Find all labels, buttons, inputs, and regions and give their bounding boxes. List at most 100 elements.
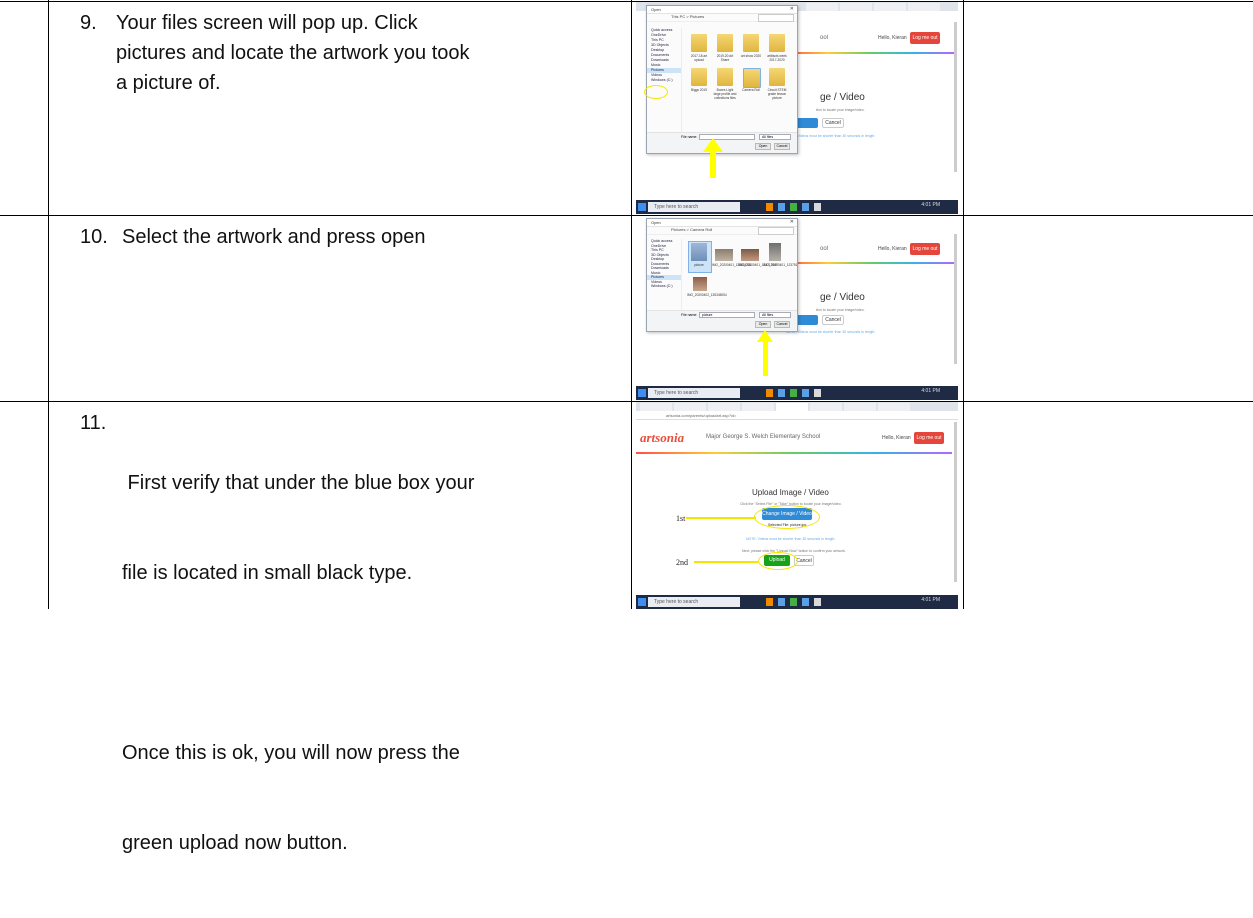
step-line: pictures and locate the artwork you took xyxy=(116,42,470,64)
folder-label: Biggs 2019 xyxy=(691,88,707,92)
step-line: green upload now button. xyxy=(122,832,348,854)
page-scrollbar[interactable] xyxy=(954,22,957,172)
file-type-select[interactable]: All files xyxy=(759,312,791,318)
file-thumbnail[interactable] xyxy=(715,249,733,261)
browser-tab[interactable] xyxy=(810,403,842,411)
folder-icon[interactable] xyxy=(691,34,707,52)
screenshot-upload-page: artsonia.com/parents/uploadart.asp?id= a… xyxy=(636,402,958,609)
close-icon[interactable]: ✕ xyxy=(790,219,794,225)
taskbar-app-icon[interactable] xyxy=(790,598,797,606)
taskbar-app-icon[interactable] xyxy=(814,203,821,211)
step-number: 11. xyxy=(80,412,107,434)
taskbar-app-icon[interactable] xyxy=(790,389,797,397)
taskbar-search[interactable]: Type here to search xyxy=(648,597,740,607)
open-button[interactable]: Open xyxy=(755,143,771,150)
taskbar-app-icon[interactable] xyxy=(766,389,773,397)
rainbow-divider xyxy=(636,452,952,454)
logout-button[interactable]: Log me out xyxy=(910,243,940,255)
folder-label: 2019-20 Art Share xyxy=(716,54,734,62)
dialog-search-box[interactable] xyxy=(758,227,794,235)
browser-tab[interactable] xyxy=(874,3,906,11)
open-file-dialog: Open ✕ Pictures > Camera Roll Quick acce… xyxy=(646,218,798,332)
taskbar-app-icon[interactable] xyxy=(802,203,809,211)
taskbar-app-icon[interactable] xyxy=(802,389,809,397)
open-button[interactable]: Open xyxy=(755,321,771,328)
change-button-highlight xyxy=(754,505,820,529)
browser-tab[interactable] xyxy=(742,403,774,411)
dialog-cancel-button[interactable]: Cancel xyxy=(774,321,790,328)
file-thumbnail[interactable] xyxy=(769,243,781,261)
yellow-arrow-head xyxy=(757,330,773,342)
dialog-cancel-button[interactable]: Cancel xyxy=(774,143,790,150)
screenshot-select-artwork: Hello, Kieran Log me out ool ge / Video … xyxy=(636,216,958,400)
cancel-button[interactable]: Cancel xyxy=(822,118,844,128)
browser-tab[interactable] xyxy=(844,403,876,411)
browser-tab[interactable] xyxy=(878,403,910,411)
folder-icon[interactable] xyxy=(769,68,785,86)
file-label: picture xyxy=(694,263,704,267)
taskbar-app-icon[interactable] xyxy=(814,598,821,606)
file-thumbnail[interactable] xyxy=(691,243,707,261)
school-title-partial: ool xyxy=(820,35,829,41)
step-number: 9. xyxy=(80,12,97,34)
browser-tab[interactable] xyxy=(908,3,940,11)
page-scrollbar[interactable] xyxy=(954,422,957,582)
windows-start-icon[interactable] xyxy=(638,389,646,397)
table-left-border xyxy=(48,0,49,609)
taskbar-search[interactable]: Type here to search xyxy=(648,202,740,212)
folder-label: Boxes Light large profile and collection… xyxy=(713,88,737,100)
address-bar[interactable]: artsonia.com/parents/uploadart.asp?id= xyxy=(636,411,958,420)
note-text: NOTE: Videos must be shorter than 30 sec… xyxy=(786,134,875,138)
folder-icon[interactable] xyxy=(717,68,733,86)
upload-button-highlight xyxy=(758,552,798,570)
file-name-input[interactable]: picture xyxy=(699,312,755,318)
upload-heading: ge / Video xyxy=(820,92,865,103)
folder-label: 2017-18 art upload xyxy=(690,54,708,62)
file-thumbnail[interactable] xyxy=(693,277,707,291)
browser-tab-active[interactable] xyxy=(776,403,808,411)
file-type-select[interactable]: All files xyxy=(759,134,791,140)
taskbar-clock: 4:01 PM xyxy=(921,597,940,603)
windows-start-icon[interactable] xyxy=(638,598,646,606)
browser-tab[interactable] xyxy=(640,403,672,411)
select-file-button[interactable] xyxy=(796,315,818,325)
browser-tab[interactable] xyxy=(708,403,740,411)
taskbar-app-icon[interactable] xyxy=(790,203,797,211)
sidebar-item[interactable]: Windows (C:) xyxy=(647,78,681,83)
taskbar-app-icon[interactable] xyxy=(766,598,773,606)
folder-icon[interactable] xyxy=(769,34,785,52)
folder-icon[interactable] xyxy=(691,68,707,86)
sidebar-item[interactable]: Windows (C:) xyxy=(647,284,681,289)
dialog-search-box[interactable] xyxy=(758,14,794,22)
logout-button[interactable]: Log me out xyxy=(914,432,944,444)
taskbar-app-icon[interactable] xyxy=(778,203,785,211)
artsonia-logo[interactable]: artsonia xyxy=(640,430,684,446)
pointer-line-2nd xyxy=(694,561,758,563)
taskbar-search[interactable]: Type here to search xyxy=(648,388,740,398)
browser-tab[interactable] xyxy=(674,403,706,411)
file-thumbnail[interactable] xyxy=(741,249,759,261)
cancel-button[interactable]: Cancel xyxy=(822,315,844,325)
folder-icon[interactable] xyxy=(743,34,759,52)
taskbar-app-icon[interactable] xyxy=(802,598,809,606)
taskbar-app-icon[interactable] xyxy=(778,389,785,397)
browser-tab[interactable] xyxy=(806,3,838,11)
step-text: Select the artwork and press open xyxy=(122,222,602,252)
windows-start-icon[interactable] xyxy=(638,203,646,211)
folder-icon[interactable] xyxy=(743,68,761,88)
select-file-button[interactable] xyxy=(796,118,818,128)
file-name-label: File name: xyxy=(681,135,698,139)
logout-button[interactable]: Log me out xyxy=(910,32,940,44)
close-icon[interactable]: ✕ xyxy=(790,6,794,12)
taskbar-app-icon[interactable] xyxy=(778,598,785,606)
open-file-dialog: Open ✕ This PC > Pictures Quick access O… xyxy=(646,5,798,154)
school-title-partial: ool xyxy=(820,246,829,252)
hello-user: Hello, Kieran xyxy=(878,35,907,41)
folder-icon[interactable] xyxy=(717,34,733,52)
taskbar-app-icon[interactable] xyxy=(766,203,773,211)
page-scrollbar[interactable] xyxy=(954,234,957,364)
taskbar-app-icon[interactable] xyxy=(814,389,821,397)
hello-user: Hello, Kieran xyxy=(882,435,911,441)
browser-tab[interactable] xyxy=(840,3,872,11)
